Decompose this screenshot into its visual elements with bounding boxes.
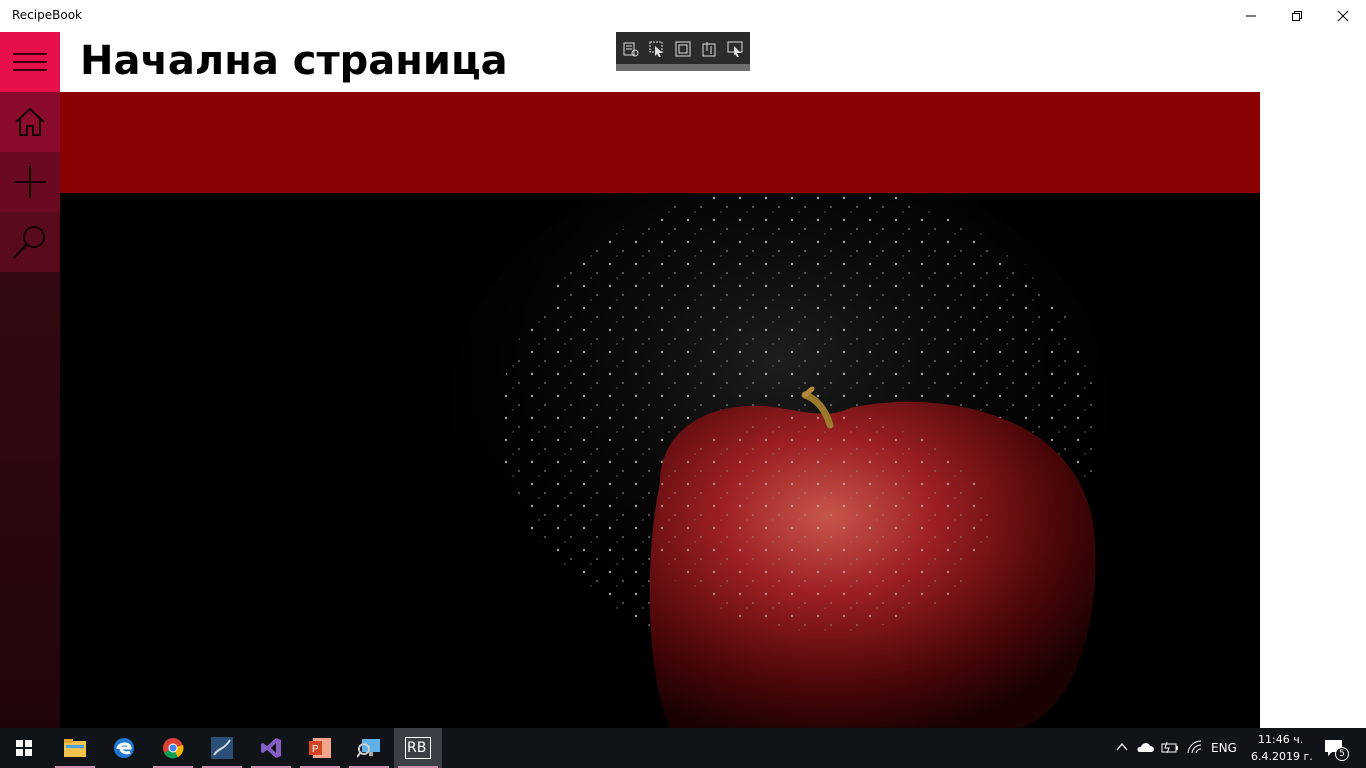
taskbar-chrome[interactable] bbox=[149, 728, 197, 768]
clock-time[interactable]: 11:46 ч. bbox=[1258, 733, 1303, 746]
apple-photo bbox=[60, 193, 1260, 728]
nav-search-button[interactable] bbox=[0, 212, 60, 272]
search-icon bbox=[13, 226, 45, 259]
taskbar-remote-desktop[interactable] bbox=[345, 728, 393, 768]
onedrive-icon[interactable] bbox=[1137, 741, 1155, 753]
title-bar: RecipeBook bbox=[0, 0, 1366, 32]
edge-icon bbox=[114, 738, 134, 758]
header-band bbox=[60, 92, 1260, 193]
taskbar-recipebook[interactable]: RB bbox=[394, 728, 442, 768]
display-layout-icon[interactable] bbox=[727, 41, 743, 57]
nav-home-button[interactable] bbox=[0, 92, 60, 152]
hero-image bbox=[60, 193, 1260, 728]
page-title: Начална страница bbox=[80, 38, 508, 84]
notification-count: 5 bbox=[1335, 747, 1349, 761]
svg-text:P: P bbox=[312, 744, 319, 755]
recipebook-icon-label: RB bbox=[407, 740, 427, 756]
toolbar-collapse-strip[interactable] bbox=[616, 64, 750, 71]
battery-icon[interactable] bbox=[1161, 741, 1179, 753]
hamburger-icon bbox=[13, 53, 47, 71]
file-explorer-icon bbox=[64, 739, 86, 757]
live-tree-icon[interactable] bbox=[623, 41, 639, 57]
chrome-icon bbox=[163, 738, 184, 759]
powerpoint-icon: P bbox=[309, 738, 331, 758]
right-margin bbox=[1260, 32, 1366, 728]
select-element-icon[interactable] bbox=[649, 41, 665, 57]
remote-desktop-icon bbox=[357, 739, 380, 758]
start-icon bbox=[16, 740, 32, 756]
home-icon bbox=[15, 107, 45, 136]
minimize-icon bbox=[1246, 15, 1256, 17]
show-hidden-icons-icon[interactable] bbox=[1116, 742, 1128, 752]
start-button[interactable] bbox=[0, 728, 48, 768]
app-title: RecipeBook bbox=[12, 8, 82, 22]
language-indicator[interactable]: ENG bbox=[1211, 741, 1237, 755]
restore-icon bbox=[1292, 11, 1302, 21]
sql-server-icon bbox=[211, 737, 233, 759]
taskbar-edge[interactable] bbox=[100, 728, 148, 768]
taskbar-visual-studio[interactable] bbox=[247, 728, 295, 768]
close-icon bbox=[1337, 10, 1349, 22]
action-center-button[interactable]: 5 bbox=[1320, 737, 1350, 761]
close-button[interactable] bbox=[1320, 0, 1366, 32]
taskbar-file-explorer[interactable] bbox=[51, 728, 99, 768]
layout-adorners-icon[interactable] bbox=[675, 41, 691, 57]
restore-button[interactable] bbox=[1274, 0, 1320, 32]
visual-studio-icon bbox=[261, 738, 281, 758]
taskbar-powerpoint[interactable]: P bbox=[296, 728, 344, 768]
nav-add-button[interactable] bbox=[0, 152, 60, 212]
minimize-button[interactable] bbox=[1228, 0, 1274, 32]
taskbar: P RB ENG 11:46 ч. 6.4.2019 г. 5 bbox=[0, 728, 1366, 768]
debug-toolbar bbox=[616, 32, 750, 71]
track-focus-icon[interactable] bbox=[701, 41, 717, 57]
wifi-icon[interactable] bbox=[1187, 740, 1203, 754]
plus-icon bbox=[14, 166, 46, 198]
sidebar bbox=[0, 32, 60, 728]
clock-date[interactable]: 6.4.2019 г. bbox=[1251, 750, 1313, 763]
taskbar-sql-server[interactable] bbox=[198, 728, 246, 768]
hamburger-menu-button[interactable] bbox=[0, 32, 60, 92]
